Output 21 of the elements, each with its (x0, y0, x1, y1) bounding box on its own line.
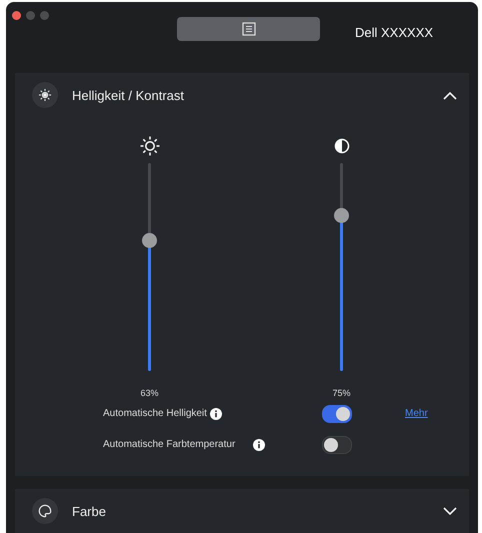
slider-thumb[interactable] (334, 208, 349, 224)
slider-value: 75% (332, 388, 350, 398)
slider[interactable] (142, 163, 157, 372)
document-icon (242, 22, 256, 36)
toggle-label: Automatische Helligkeit (103, 408, 207, 420)
device-name: Dell XXXXXX (355, 25, 434, 40)
info-icon (210, 408, 222, 420)
more-link[interactable]: Mehr (405, 408, 428, 420)
toggle-switch[interactable] (322, 436, 352, 454)
sun-icon (32, 82, 58, 108)
slider-value: 63% (140, 388, 158, 398)
toggle-switch[interactable] (322, 404, 352, 423)
info-icon (253, 438, 266, 451)
close-button[interactable] (12, 11, 21, 20)
palette-icon (32, 498, 58, 524)
section-title: Farbe (72, 504, 107, 518)
slider-thumb[interactable] (142, 233, 157, 248)
brightness-icon (138, 135, 160, 158)
section-title: Helligkeit / Kontrast (72, 88, 185, 103)
toggle-label: Automatische Farbtemperatur (103, 439, 236, 450)
slider[interactable] (334, 163, 349, 372)
